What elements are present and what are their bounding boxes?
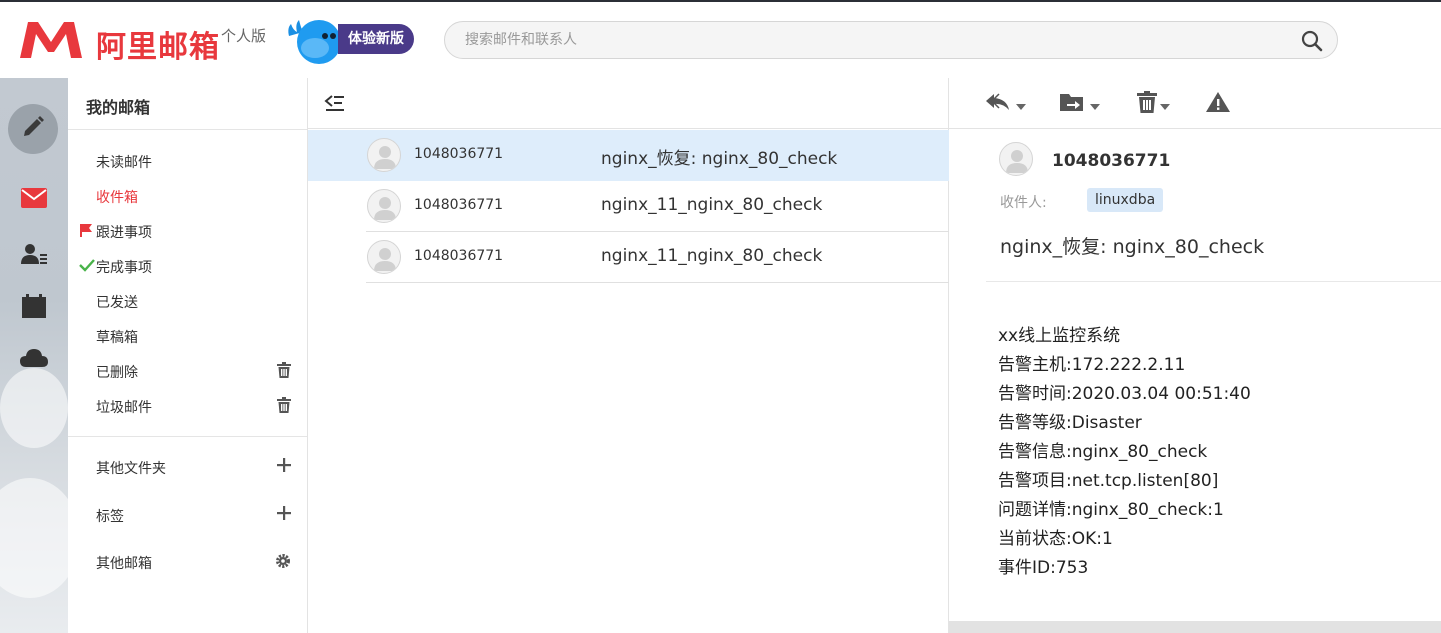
trash-icon[interactable] [277, 362, 291, 382]
cloud-decoration [0, 368, 68, 448]
body-line: 当前状态:OK:1 [998, 529, 1113, 549]
calendar-icon[interactable] [12, 284, 56, 328]
warning-icon [1205, 91, 1231, 117]
compose-button[interactable] [8, 104, 58, 154]
divider [986, 281, 1441, 282]
recipient-tag[interactable]: linuxdba [1087, 188, 1164, 212]
body-line: 告警项目:net.tcp.listen[80] [998, 471, 1219, 491]
tags[interactable]: 标签 [68, 500, 307, 530]
move-button[interactable] [1059, 91, 1100, 117]
body-line: 告警等级:Disaster [998, 413, 1142, 433]
check-icon [79, 258, 95, 276]
folder-label: 跟进事项 [96, 225, 152, 241]
brand-name[interactable]: 阿里邮箱 [96, 22, 220, 66]
plus-icon[interactable] [277, 458, 291, 476]
header: 阿里邮箱 个人版 体验新版 [0, 2, 1441, 78]
message-sender: 1048036771 [414, 197, 504, 213]
other-mailboxes-label: 其他邮箱 [96, 556, 152, 572]
delete-button[interactable] [1137, 91, 1170, 117]
edition-label: 个人版 [221, 27, 267, 45]
reading-pane: 1048036771 收件人: linuxdba nginx_恢复: nginx… [949, 78, 1441, 633]
folder-deleted[interactable]: 已删除 [68, 356, 307, 386]
recipient-label: 收件人: [1000, 195, 1047, 211]
search-box[interactable] [444, 21, 1338, 59]
folder-drafts[interactable]: 草稿箱 [68, 321, 307, 351]
gear-icon[interactable] [275, 553, 291, 573]
body-line: 事件ID:753 [998, 558, 1089, 578]
move-folder-icon [1059, 91, 1087, 117]
sender-avatar [999, 142, 1033, 176]
reply-button[interactable] [985, 91, 1026, 117]
try-new-version-button[interactable]: 体验新版 [338, 24, 414, 54]
plus-icon[interactable] [277, 506, 291, 524]
chevron-down-icon [1016, 95, 1026, 114]
body-line: 告警信息:nginx_80_check [998, 442, 1208, 462]
message-sender: 1048036771 [414, 146, 504, 162]
email-body: xx线上监控系统 告警主机:172.222.2.11 告警时间:2020.03.… [998, 322, 1251, 583]
email-subject: nginx_恢复: nginx_80_check [1000, 236, 1265, 258]
folder-label: 已删除 [96, 365, 138, 381]
other-mailboxes[interactable]: 其他邮箱 [68, 547, 307, 577]
list-toolbar [308, 78, 949, 129]
divider [68, 436, 307, 437]
search-icon[interactable] [1301, 30, 1323, 56]
trash-icon [1137, 91, 1157, 117]
folder-spam[interactable]: 垃圾邮件 [68, 391, 307, 421]
body-line: xx线上监控系统 [998, 326, 1121, 346]
body-line: 问题详情:nginx_80_check:1 [998, 500, 1224, 520]
other-folders[interactable]: 其他文件夹 [68, 452, 307, 482]
avatar [367, 138, 401, 172]
search-input[interactable] [465, 30, 1285, 50]
avatar [367, 240, 401, 274]
message-row[interactable]: 1048036771 nginx_恢复: nginx_80_check [308, 130, 949, 181]
folder-label: 收件箱 [96, 190, 138, 206]
folder-label: 完成事项 [96, 260, 152, 276]
flag-icon [79, 223, 93, 241]
pencil-icon [20, 114, 46, 144]
mail-icon[interactable] [12, 176, 56, 220]
divider [68, 129, 307, 130]
collapse-sidebar-icon[interactable] [324, 93, 346, 117]
message-sender: 1048036771 [414, 248, 504, 264]
body-line: 告警主机:172.222.2.11 [998, 355, 1186, 375]
other-folders-label: 其他文件夹 [96, 461, 166, 477]
folder-label: 未读邮件 [96, 155, 152, 171]
chevron-down-icon [1090, 95, 1100, 114]
message-row[interactable]: 1048036771 nginx_11_nginx_80_check [308, 232, 949, 283]
folder-done[interactable]: 完成事项 [68, 251, 307, 281]
logo-m-icon[interactable] [18, 20, 84, 64]
app-rail [0, 78, 80, 633]
message-subject: nginx_恢复: nginx_80_check [601, 149, 838, 169]
sender-name[interactable]: 1048036771 [1052, 151, 1170, 171]
horizontal-scrollbar[interactable] [949, 621, 1441, 633]
body-line: 告警时间:2020.03.04 00:51:40 [998, 384, 1251, 404]
folder-label: 草稿箱 [96, 330, 138, 346]
report-spam-button[interactable] [1205, 91, 1231, 117]
folder-panel: 我的邮箱 未读邮件 收件箱 跟进事项 完成事项 已发送 草稿箱 已删除 垃圾邮件… [68, 78, 308, 633]
folder-unread[interactable]: 未读邮件 [68, 146, 307, 176]
trash-icon[interactable] [277, 397, 291, 417]
reply-icon [985, 92, 1013, 116]
folder-follow-up[interactable]: 跟进事项 [68, 216, 307, 246]
cloud-drive-icon[interactable] [12, 336, 56, 380]
folder-sent[interactable]: 已发送 [68, 286, 307, 316]
chevron-down-icon [1160, 95, 1170, 114]
tags-label: 标签 [96, 509, 124, 525]
contacts-icon[interactable] [12, 232, 56, 276]
message-subject: nginx_11_nginx_80_check [601, 195, 823, 215]
folder-label: 已发送 [96, 295, 138, 311]
message-list-pane: 1048036771 nginx_恢复: nginx_80_check 1048… [308, 78, 949, 633]
folder-inbox[interactable]: 收件箱 [68, 181, 307, 211]
message-subject: nginx_11_nginx_80_check [601, 246, 823, 266]
message-row[interactable]: 1048036771 nginx_11_nginx_80_check [308, 181, 949, 232]
divider [366, 282, 949, 283]
avatar [367, 189, 401, 223]
my-mailbox-title: 我的邮箱 [86, 98, 151, 117]
folder-label: 垃圾邮件 [96, 400, 152, 416]
reading-toolbar [949, 78, 1441, 129]
